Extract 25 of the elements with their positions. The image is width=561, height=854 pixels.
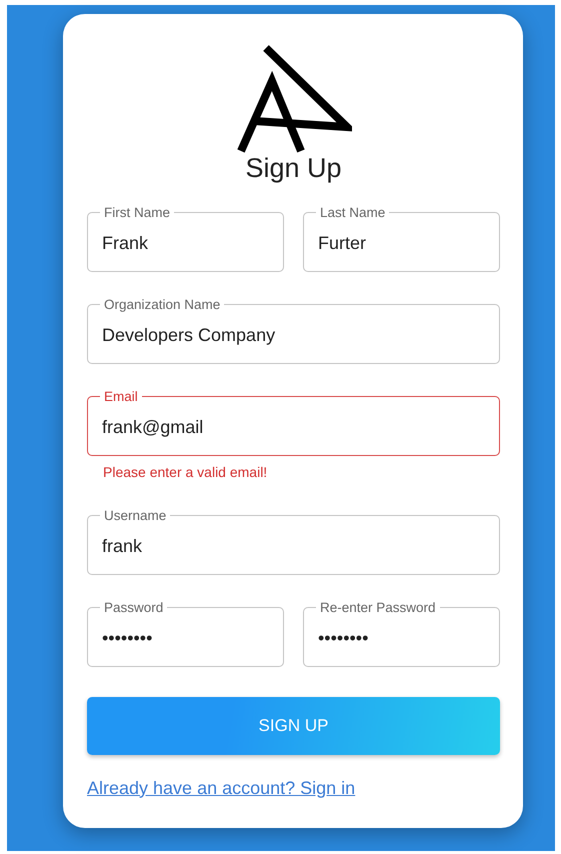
input-field[interactable]: Email frank@gmail [87,390,500,456]
sign-in-link[interactable]: Already have an account? Sign in [87,774,356,802]
field-label: Password [103,600,164,614]
field-label: Last Name [319,206,386,220]
input-field[interactable]: First Name Frank [87,206,284,272]
text-input[interactable]: •••••••• [318,614,484,666]
input-field[interactable]: Re-enter Password •••••••• [303,600,500,667]
field-label: Email [103,390,139,404]
text-input[interactable]: Furter [318,219,484,272]
input-field[interactable]: Organization Name Developers Company [87,298,500,364]
text-input[interactable]: Frank [102,219,268,272]
field-label: Organization Name [103,298,222,312]
input-field[interactable]: Last Name Furter [303,206,500,272]
field-label: Re-enter Password [319,600,437,614]
input-field[interactable]: Username frank [87,508,500,575]
text-input[interactable]: •••••••• [102,614,268,666]
error-message: Please enter a valid email! [103,462,268,482]
text-input[interactable]: frank [102,522,484,574]
input-field[interactable]: Password •••••••• [87,600,284,667]
field-label: First Name [103,206,172,220]
text-input[interactable]: frank@gmail [102,403,484,456]
page-title: Sign Up [245,154,342,184]
field-label: Username [103,508,168,522]
logo-icon [236,44,352,154]
text-input[interactable]: Developers Company [102,311,484,364]
